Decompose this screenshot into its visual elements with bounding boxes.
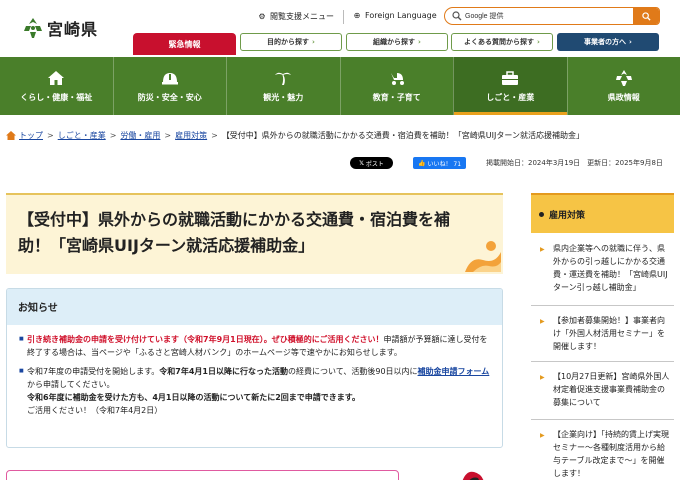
sidebar-item-foreign-retention-subsidy[interactable]: ▶ 【10月27日更新】宮崎県外国人材定着促進支援事業費補助金の募集について <box>531 366 674 420</box>
notice-highlight: 引き続き補助金の申請を受け付けています（令和7年9月1日現在）。ぜひ積極的にご活… <box>27 335 384 344</box>
sidebar-item-wage-seminar[interactable]: ▶ 【企業向け】「持続的賃上げ実現セミナー～各種制度活用から給与テーブル改定まで… <box>531 424 674 480</box>
breadcrumb: トップ > しごと・産業 > 労働・雇用 > 雇用対策 > 【受付中】県外からの… <box>6 130 584 141</box>
breadcrumb-separator: > <box>109 131 117 140</box>
nav-item-label: 観光・魅力 <box>263 92 304 102</box>
sidebar-item-label: 【企業向け】「持続的賃上げ実現セミナー～各種制度活用から給与テーブル改定まで～」… <box>553 430 669 478</box>
gear-icon: ⚙ <box>258 12 266 21</box>
breadcrumb-separator: > <box>211 131 218 140</box>
palm-tree-icon <box>275 72 292 85</box>
search-button[interactable] <box>633 8 659 24</box>
breadcrumb-current: 【受付中】県外からの就職活動にかかる交通費・宿泊費を補助！「宮崎県UIJターン就… <box>221 131 584 140</box>
search-by-purpose-link[interactable]: 目的から探す › <box>240 33 342 51</box>
accessibility-menu-label: 閲覧支援メニュー <box>270 12 334 21</box>
site-search <box>444 7 660 25</box>
breadcrumb-link-top[interactable]: トップ <box>19 130 43 141</box>
sidebar-item-label: 【参加者募集開始！】事業者向け「外国人材活用セミナー」を開催します！ <box>553 316 665 351</box>
nav-item-label: くらし・健康・福祉 <box>20 92 93 102</box>
sidebar-item-label: 【10月27日更新】宮崎県外国人材定着促進支援事業費補助金の募集について <box>553 372 670 407</box>
sidebar-heading: 雇用対策 <box>531 193 674 233</box>
foreign-language-label: Foreign Language <box>365 11 437 20</box>
notice-heading: お知らせ <box>7 289 502 325</box>
prefecture-emblem-icon <box>615 69 632 86</box>
breadcrumb-link-work[interactable]: しごと・産業 <box>58 130 106 141</box>
briefcase-icon <box>502 70 519 85</box>
notice-text: の経費について、活動後90日以内に <box>288 367 418 376</box>
business-link-label: 事業者の方へ <box>584 38 627 46</box>
chevron-right-icon: › <box>418 38 421 46</box>
globe-icon: ⊕ <box>353 11 361 20</box>
facebook-like-button[interactable]: 👍 いいね！ 71 <box>413 157 466 169</box>
search-by-organization-link[interactable]: 組織から探す › <box>346 33 448 51</box>
x-post-button[interactable]: 𝕏 ポスト <box>350 157 393 169</box>
nav-item-work[interactable]: しごと・産業 <box>453 57 567 115</box>
nav-item-education[interactable]: 教育・子育て <box>339 57 454 115</box>
x-logo-icon: 𝕏 <box>359 159 364 167</box>
sidebar-item-relocation-subsidy[interactable]: ▶ 県内企業等への就職に伴う、県外からの引っ越しにかかる交通費・運送費を補助！「… <box>531 238 674 306</box>
divider <box>343 10 344 24</box>
nav-item-tourism[interactable]: 観光・魅力 <box>226 57 340 115</box>
search-icon <box>641 11 651 21</box>
page-title: 【受付中】県外からの就職活動にかかる交通費・宿泊費を補助！「宮崎県UIJターン就… <box>18 210 451 255</box>
site-name: 宮崎県 <box>47 20 99 39</box>
notice-list: 引き続き補助金の申請を受け付けています（令和7年9月1日現在）。ぜひ積極的にご活… <box>7 325 502 417</box>
faq-link[interactable]: よくある質問から探す › <box>451 33 553 51</box>
sidebar-item-foreign-talent-seminar[interactable]: ▶ 【参加者募集開始！】事業者向け「外国人材活用セミナー」を開催します！ <box>531 310 674 362</box>
nav-item-label: 県政情報 <box>607 92 640 102</box>
emergency-info-button[interactable]: 緊急情報 <box>133 33 236 55</box>
prefecture-emblem-icon <box>24 18 42 38</box>
search-by-organization-label: 組織から探す <box>373 38 416 46</box>
nav-item-living[interactable]: くらし・健康・福祉 <box>0 57 113 115</box>
nav-item-prefecture-info[interactable]: 県政情報 <box>566 57 680 115</box>
chevron-right-icon: › <box>312 38 315 46</box>
notice-item: 引き続き補助金の申請を受け付けています（令和7年9月1日現在）。ぜひ積極的にご活… <box>19 333 492 359</box>
accessibility-menu-link[interactable]: ⚙ 閲覧支援メニュー <box>257 11 334 22</box>
search-input[interactable] <box>465 10 625 22</box>
helmet-icon <box>161 72 178 84</box>
notice-bold: 令和6年度に補助金を受けた方も、4月1日以降の活動について新たに2回まで申請でき… <box>27 393 360 402</box>
notice-box: お知らせ 引き続き補助金の申請を受け付けています（令和7年9月1日現在）。ぜひ積… <box>6 288 503 448</box>
breadcrumb-link-employment[interactable]: 雇用対策 <box>175 130 207 141</box>
notice-text: ご活用ください！（令和7年4月2日） <box>27 406 163 415</box>
breadcrumb-link-labor[interactable]: 労働・雇用 <box>120 130 160 141</box>
application-form-link[interactable]: 補助金申請フォーム <box>418 367 490 376</box>
notice-item: 令和7年度の申請受付を開始します。令和7年4月1日以降に行なった活動の経費につい… <box>19 365 492 417</box>
breadcrumb-separator: > <box>47 131 54 140</box>
stroller-icon <box>390 72 404 85</box>
mascot-decoration-icon <box>462 471 484 480</box>
facebook-like-label: いいね！ 71 <box>427 160 462 168</box>
home-icon <box>6 131 16 140</box>
nav-item-label: 防災・安全・安心 <box>137 92 202 102</box>
triangle-right-icon: ▶ <box>540 246 545 253</box>
chevron-right-icon: › <box>629 38 632 46</box>
x-post-label: ポスト <box>365 160 384 168</box>
nav-item-label: 教育・子育て <box>372 92 421 102</box>
banner-box <box>6 470 399 480</box>
bullet-icon <box>539 211 544 217</box>
wave-decoration-icon <box>465 241 501 272</box>
publish-dates: 掲載開始日：2024年3月19日 更新日：2025年9月8日 <box>486 159 663 167</box>
triangle-right-icon: ▶ <box>540 318 545 325</box>
triangle-right-icon: ▶ <box>540 432 545 439</box>
search-by-purpose-label: 目的から探す <box>267 38 310 46</box>
nav-item-safety[interactable]: 防災・安全・安心 <box>112 57 227 115</box>
house-icon <box>48 70 65 85</box>
page-title-box: 【受付中】県外からの就職活動にかかる交通費・宿泊費を補助！「宮崎県UIJターン就… <box>6 193 503 274</box>
nav-item-label: しごと・産業 <box>486 92 535 102</box>
notice-text: から申請してください。 <box>27 380 115 389</box>
sidebar-heading-label: 雇用対策 <box>549 210 586 221</box>
faq-label: よくある質問から探す <box>464 38 535 46</box>
triangle-right-icon: ▶ <box>540 374 545 381</box>
global-nav: くらし・健康・福祉 防災・安全・安心 観光・魅力 教育・子育て しごと・産業 県… <box>0 57 680 115</box>
site-logo[interactable]: 宮崎県 <box>22 16 98 40</box>
foreign-language-link[interactable]: ⊕ Foreign Language <box>352 11 437 20</box>
breadcrumb-separator: > <box>164 131 172 140</box>
emergency-info-label: 緊急情報 <box>168 39 201 49</box>
notice-text: 令和7年度の申請受付を開始します。 <box>27 367 160 376</box>
search-icon <box>452 11 462 21</box>
sidebar-item-label: 県内企業等への就職に伴う、県外からの引っ越しにかかる交通費・運送費を補助！「宮崎… <box>553 244 668 292</box>
thumbs-up-icon: 👍 <box>417 159 426 167</box>
business-link[interactable]: 事業者の方へ › <box>557 33 659 51</box>
notice-bold: 令和7年4月1日以降に行なった活動 <box>159 367 288 376</box>
chevron-right-icon: › <box>537 38 540 46</box>
